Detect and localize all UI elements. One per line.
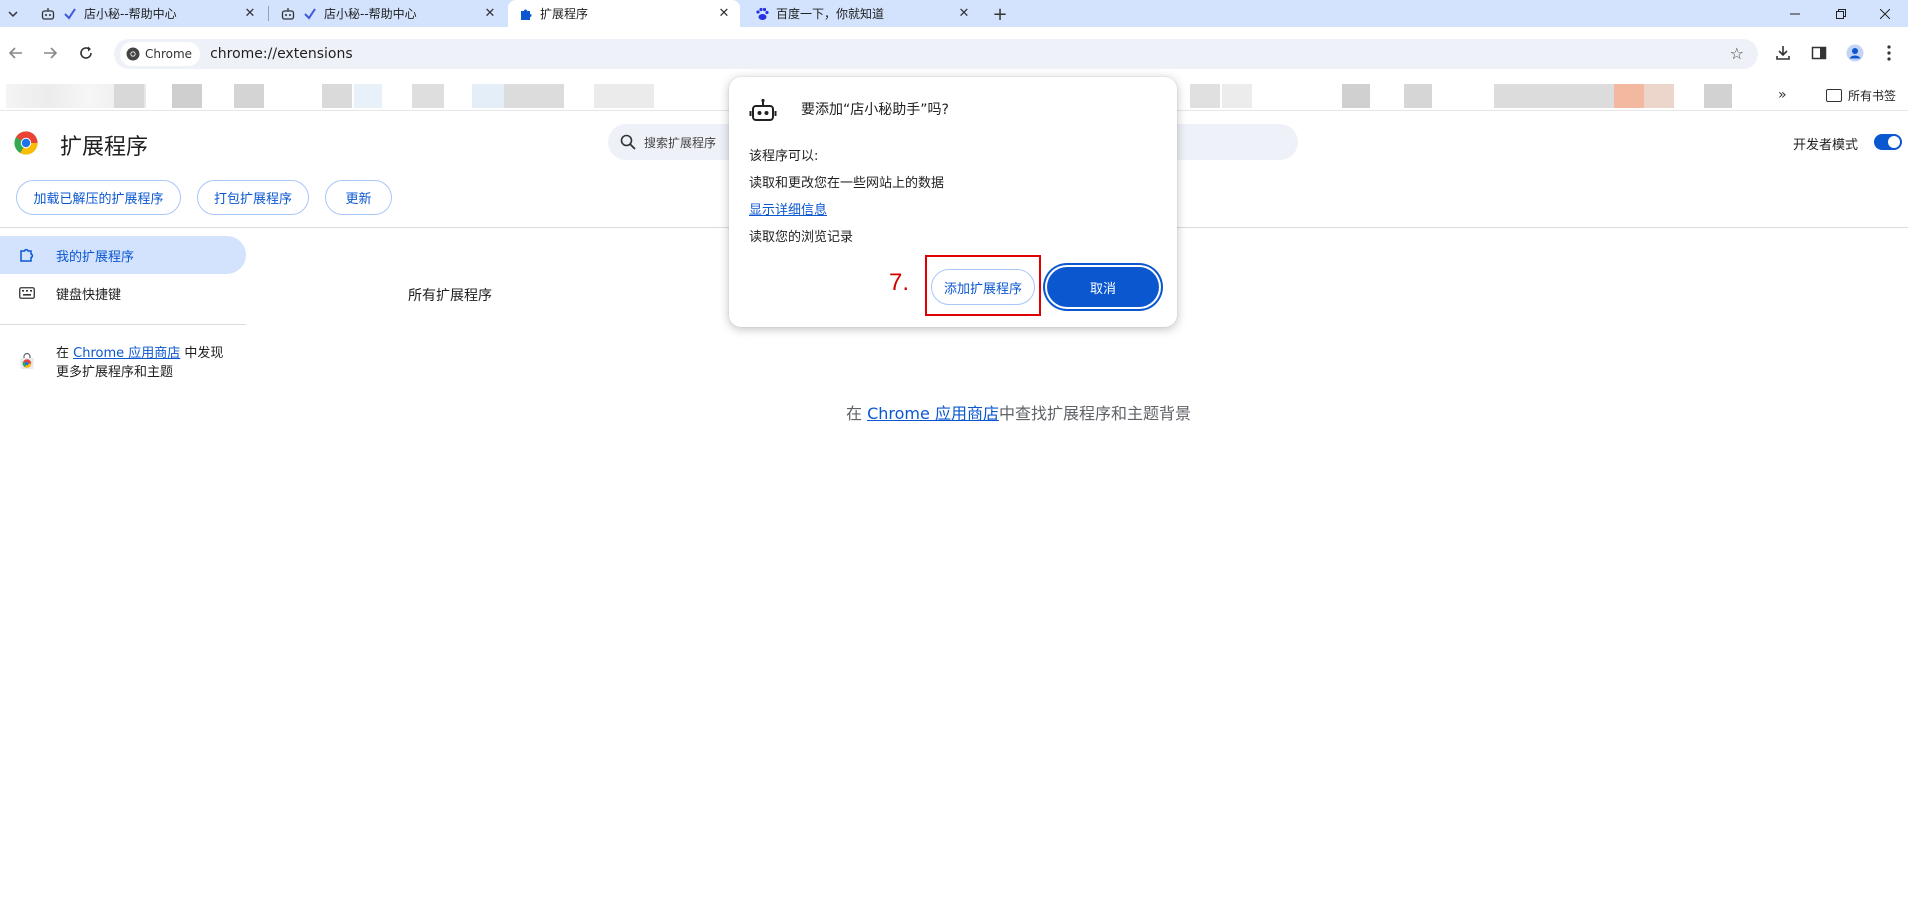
all-bookmarks-label: 所有书签 [1848, 89, 1897, 103]
close-tab-icon[interactable]: ✕ [716, 5, 732, 21]
tab-label: 店小秘--帮助中心 [84, 7, 177, 21]
pack-extension-button[interactable]: 打包扩展程序 [197, 180, 309, 215]
tab-label: 店小秘--帮助中心 [324, 7, 417, 21]
sidebar-item-label: 键盘快捷键 [56, 287, 122, 303]
all-bookmarks-folder[interactable]: 所有书签 [1826, 87, 1896, 104]
bookmark-item-blurred[interactable] [1644, 84, 1674, 108]
puzzle-piece-icon [518, 6, 534, 22]
profile-avatar-icon[interactable] [1842, 40, 1868, 66]
url-text[interactable]: chrome://extensions [210, 46, 353, 62]
close-tab-icon[interactable]: ✕ [482, 5, 498, 21]
sidebar-divider [0, 324, 246, 325]
load-unpacked-button[interactable]: 加载已解压的扩展程序 [16, 180, 181, 215]
bookmark-item-blurred[interactable] [1404, 84, 1432, 108]
forward-icon[interactable] [36, 39, 64, 67]
search-icon [620, 134, 636, 150]
chrome-logo-icon [14, 131, 38, 155]
bookmark-item-blurred[interactable] [114, 84, 144, 108]
tab-extensions[interactable]: 扩展程序 ✕ [508, 0, 740, 27]
permissions-heading: 该程序可以: [749, 149, 819, 164]
bookmark-item-blurred[interactable] [1222, 84, 1252, 108]
downloads-icon[interactable] [1770, 40, 1796, 66]
close-tab-icon[interactable]: ✕ [242, 5, 258, 21]
permission-item: 读取您的浏览记录 [749, 230, 854, 245]
developer-mode-label: 开发者模式 [1793, 138, 1859, 153]
search-placeholder: 搜索扩展程序 [644, 135, 717, 150]
sidebar-item-label: 我的扩展程序 [56, 249, 135, 265]
tab-label: 扩展程序 [540, 7, 589, 21]
bookmark-item-blurred[interactable] [1614, 84, 1644, 108]
bookmark-item-blurred[interactable] [412, 84, 444, 108]
robot-favicon-icon [40, 6, 56, 22]
bookmark-item-blurred[interactable] [1190, 84, 1220, 108]
puzzle-outline-icon [18, 246, 36, 264]
step-annotation: 7. [889, 269, 910, 296]
menu-kebab-icon[interactable] [1876, 40, 1902, 66]
tab-separator [268, 6, 269, 21]
restore-icon[interactable] [1818, 0, 1864, 27]
developer-mode-toggle[interactable] [1874, 134, 1902, 150]
sidebar-item-keyboard-shortcuts[interactable]: 键盘快捷键 [0, 274, 246, 312]
bookmark-item-blurred[interactable] [354, 84, 382, 108]
show-details-link[interactable]: 显示详细信息 [749, 199, 827, 218]
webstore-promo-text: 在 Chrome 应用商店 中发现 更多扩展程序和主题 [56, 344, 223, 382]
close-window-icon[interactable] [1862, 0, 1908, 27]
sidebar-item-my-extensions[interactable]: 我的扩展程序 [0, 236, 246, 274]
promo-suffix: 中发现 [180, 346, 224, 361]
empty-suffix: 中查找扩展程序和主题背景 [998, 404, 1191, 423]
checkmark-icon [302, 6, 318, 22]
new-tab-icon[interactable]: + [988, 2, 1012, 26]
sidebar-webstore-promo: 在 Chrome 应用商店 中发现 更多扩展程序和主题 [18, 344, 238, 382]
robot-favicon-icon [280, 6, 296, 22]
close-tab-icon[interactable]: ✕ [956, 5, 972, 21]
page-title: 扩展程序 [60, 135, 149, 160]
empty-webstore-link[interactable]: Chrome 应用商店 [867, 404, 999, 423]
cancel-button[interactable]: 取消 [1047, 267, 1159, 307]
promo-prefix: 在 [56, 346, 74, 361]
dialog-title: 要添加“店小秘助手”吗? [801, 102, 949, 118]
site-info-chip[interactable]: Chrome [120, 42, 201, 66]
chrome-webstore-link[interactable]: Chrome 应用商店 [73, 346, 180, 361]
tab-dianxiaomi-help-1[interactable]: 店小秘--帮助中心 ✕ [30, 0, 266, 27]
back-icon[interactable] [2, 39, 30, 67]
baidu-paw-icon [754, 6, 770, 22]
side-panel-icon[interactable] [1806, 40, 1832, 66]
site-chip-label: Chrome [145, 47, 193, 61]
bookmarks-overflow-icon[interactable]: » [1778, 87, 1787, 103]
keyboard-icon [18, 284, 36, 302]
folder-icon [1826, 89, 1842, 102]
tab-label: 百度一下，你就知道 [776, 7, 885, 21]
bookmark-star-icon[interactable]: ☆ [1730, 44, 1744, 63]
toggle-knob [1888, 136, 1900, 148]
add-extension-dialog: 要添加“店小秘助手”吗? 该程序可以: 读取和更改您在一些网站上的数据 显示详细… [729, 77, 1177, 327]
promo-line2: 更多扩展程序和主题 [56, 365, 174, 380]
update-button[interactable]: 更新 [325, 180, 392, 215]
bookmark-item-blurred[interactable] [504, 84, 564, 108]
bookmark-item-blurred[interactable] [172, 84, 202, 108]
bookmark-item-blurred[interactable] [322, 84, 352, 108]
reload-icon[interactable] [72, 39, 100, 67]
tab-dianxiaomi-help-2[interactable]: 店小秘--帮助中心 ✕ [270, 0, 506, 27]
chrome-icon [126, 47, 140, 61]
all-extensions-heading: 所有扩展程序 [408, 288, 492, 304]
permission-item: 读取和更改您在一些网站上的数据 [749, 176, 945, 191]
tab-search-chevron-icon[interactable] [2, 3, 24, 25]
robot-extension-icon [749, 98, 777, 121]
chrome-webstore-icon [20, 352, 34, 369]
browser-toolbar: Chrome chrome://extensions ☆ [0, 27, 1908, 83]
tab-baidu[interactable]: 百度一下，你就知道 ✕ [744, 0, 980, 27]
bookmark-item-blurred[interactable] [594, 84, 654, 108]
minimize-icon[interactable] [1772, 0, 1818, 27]
add-extension-button[interactable]: 添加扩展程序 [931, 269, 1035, 305]
bookmark-item-blurred[interactable] [1342, 84, 1370, 108]
checkmark-icon [62, 6, 78, 22]
bookmark-item-blurred[interactable] [1494, 84, 1614, 108]
empty-state-message: 在 Chrome 应用商店中查找扩展程序和主题背景 [846, 400, 1191, 424]
bookmark-item-blurred[interactable] [472, 84, 504, 108]
bookmark-item-blurred[interactable] [234, 84, 264, 108]
empty-prefix: 在 [846, 404, 868, 423]
address-bar[interactable]: Chrome chrome://extensions ☆ [114, 39, 1758, 69]
tab-strip: 店小秘--帮助中心 ✕ 店小秘--帮助中心 ✕ 扩展程序 ✕ 百度一下，你就知道… [0, 0, 1908, 27]
bookmark-item-blurred[interactable] [1704, 84, 1732, 108]
